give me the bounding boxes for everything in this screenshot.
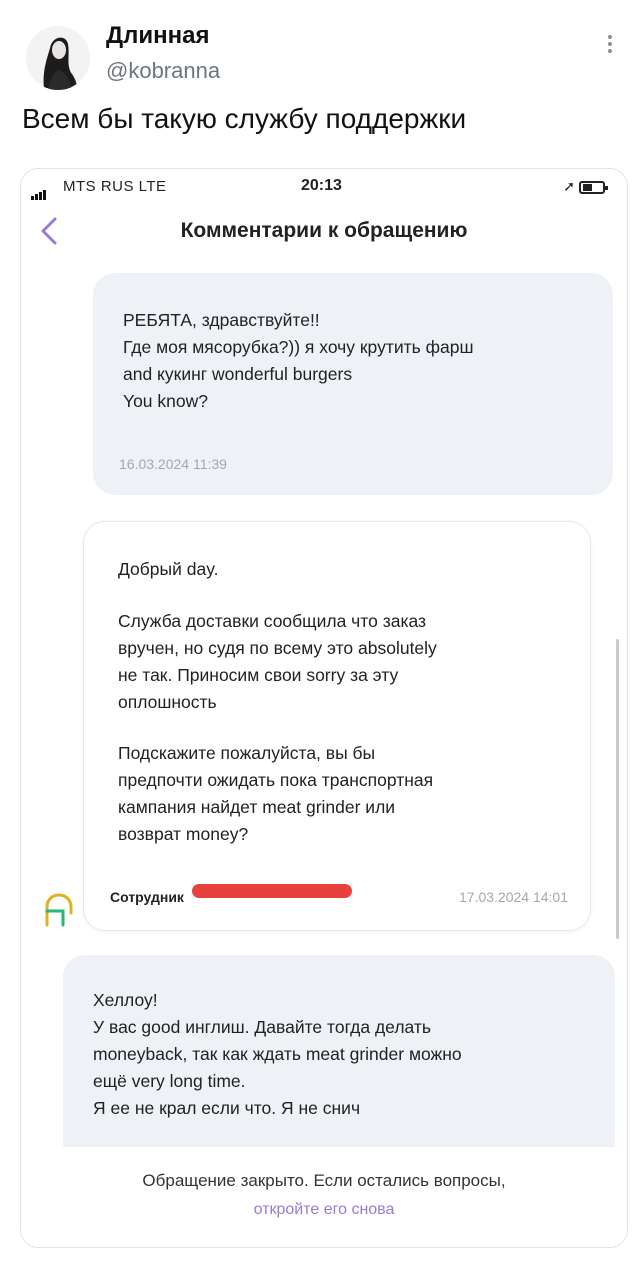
author-name[interactable]: Длинная <box>106 22 220 50</box>
message-line: РЕБЯТА, здравствуйте!! <box>123 310 320 330</box>
status-bar: MTS RUS LTE 20:13 ➚ <box>21 169 627 205</box>
message-paragraph: Подскажите пожалуйста, вы бы предпочти о… <box>118 740 433 848</box>
more-options-icon[interactable] <box>604 32 616 62</box>
message-line: кампания найдет meat grinder или <box>118 797 396 817</box>
message-timestamp: 16.03.2024 11:39 <box>119 456 227 472</box>
message-line: оплошность <box>118 692 217 712</box>
message-line: вручен, но судя по всему это absolutely <box>118 638 437 658</box>
message-line: предпочти ожидать пока транспортная <box>118 770 434 790</box>
message-text: Хеллоу! У вас good инглиш. Давайте тогда… <box>93 987 462 1122</box>
message-paragraph: Служба доставки сообщила что заказ вруче… <box>118 608 437 716</box>
staff-message-bubble: Добрый day. Служба доставки сообщила что… <box>83 521 591 931</box>
author-info: Длинная @kobranna <box>106 22 220 84</box>
user-message-bubble: РЕБЯТА, здравствуйте!! Где моя мясорубка… <box>93 273 613 495</box>
author-handle[interactable]: @kobranna <box>106 58 220 84</box>
scrollbar[interactable] <box>616 639 619 939</box>
tweet-header: Длинная @kobranna <box>24 18 624 90</box>
message-line: You know? <box>123 391 208 411</box>
message-line: Хеллоу! <box>93 990 158 1010</box>
message-line: and кукинг wonderful burgers <box>123 364 353 384</box>
tweet-text: Всем бы такую службу поддержки <box>22 103 467 134</box>
message-line: Где моя мясорубка?)) я хочу крутить фарш <box>123 337 474 357</box>
message-line: возврат money? <box>118 824 249 844</box>
message-line: Подскажите пожалуйста, вы бы <box>118 743 376 763</box>
redacted-name-mark <box>192 884 352 898</box>
message-line: moneyback, так как ждать meat grinder мо… <box>93 1044 462 1064</box>
signal-icon <box>31 183 47 200</box>
message-line: У вас good инглиш. Давайте тогда делать <box>93 1017 432 1037</box>
message-line: Я ее не крал если что. Я не снич <box>93 1098 361 1118</box>
app-header: Комментарии к обращению <box>21 209 627 253</box>
message-greeting: Добрый day. <box>118 559 219 579</box>
location-arrow-icon: ➚ <box>563 178 575 194</box>
message-timestamp: 17.03.2024 14:01 <box>459 889 568 905</box>
user-message-bubble: Хеллоу! У вас good инглиш. Давайте тогда… <box>63 955 615 1165</box>
message-text: РЕБЯТА, здравствуйте!! Где моя мясорубка… <box>123 307 474 415</box>
ticket-closed-footer: Обращение закрыто. Если остались вопросы… <box>21 1147 627 1247</box>
staff-label: Сотрудник <box>110 889 184 905</box>
message-line: ещё very long time. <box>93 1071 246 1091</box>
message-line: не так. Приносим свои sorry за эту <box>118 665 399 685</box>
message-line: Служба доставки сообщила что заказ <box>118 611 427 631</box>
page-title: Комментарии к обращению <box>180 219 468 242</box>
closed-notice: Обращение закрыто. Если остались вопросы… <box>142 1171 506 1190</box>
embedded-screenshot: MTS RUS LTE 20:13 ➚ Комментарии к обраще… <box>20 168 628 1248</box>
status-time: 20:13 <box>301 177 342 194</box>
author-avatar[interactable] <box>26 26 90 90</box>
staff-logo-icon <box>43 891 75 927</box>
carrier-label: MTS RUS LTE <box>63 178 167 195</box>
battery-icon <box>579 181 608 194</box>
reopen-ticket-link[interactable]: откройте его снова <box>21 1201 627 1219</box>
